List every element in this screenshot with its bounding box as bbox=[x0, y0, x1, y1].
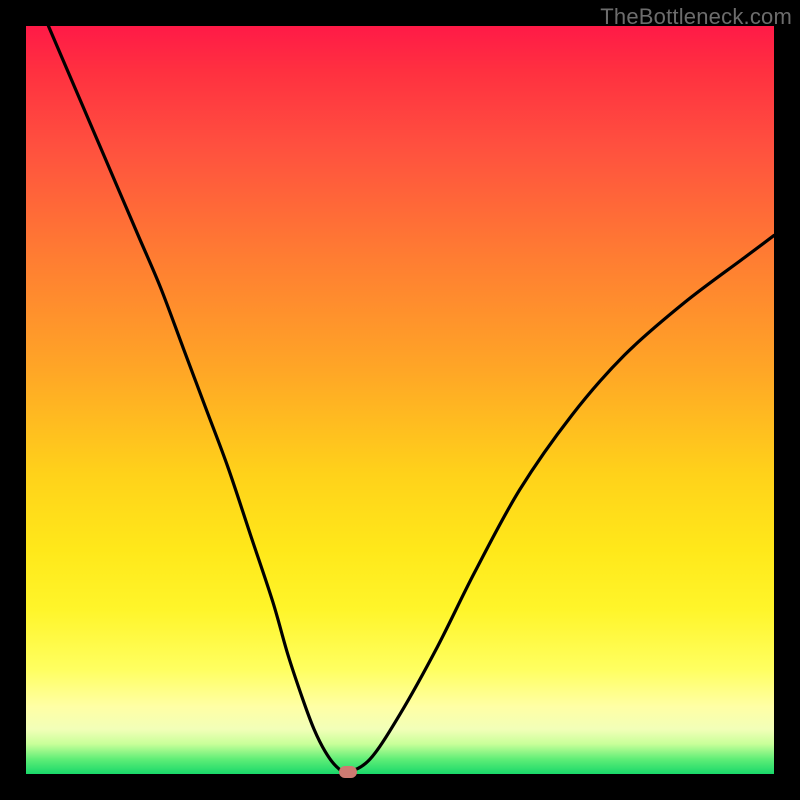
watermark-text: TheBottleneck.com bbox=[600, 4, 792, 30]
chart-frame: TheBottleneck.com bbox=[0, 0, 800, 800]
curve-svg bbox=[26, 26, 774, 774]
optimum-marker bbox=[339, 766, 357, 778]
bottleneck-curve bbox=[48, 26, 774, 772]
plot-area bbox=[26, 26, 774, 774]
